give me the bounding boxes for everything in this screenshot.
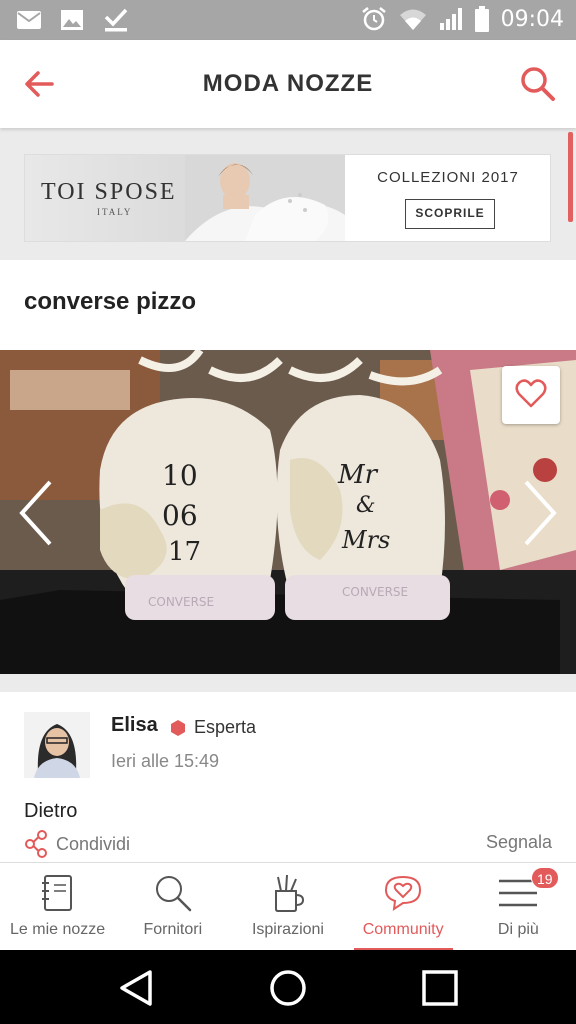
mrs-text: Mrs <box>341 526 390 554</box>
download-done-icon <box>104 8 128 32</box>
share-button[interactable]: Condividi <box>24 830 130 858</box>
tab-label: Le mie nozze <box>10 921 106 938</box>
system-recent-apps-icon[interactable] <box>422 970 458 1006</box>
search-icon[interactable] <box>518 64 558 104</box>
tab-label: Di più <box>497 921 539 938</box>
search-icon <box>155 876 192 912</box>
app-bar: MODA NOZZE <box>0 40 576 128</box>
signal-icon <box>439 8 462 30</box>
system-back-icon[interactable] <box>116 968 156 1008</box>
tab-label: Community <box>362 921 444 938</box>
chat-heart-icon <box>385 875 422 912</box>
brand-stamp-left: CONVERSE <box>148 595 214 609</box>
image-icon <box>61 10 83 30</box>
screen: 09:04 MODA NOZZE TOI SPOSE ITALY COLLEZI… <box>0 0 576 1024</box>
brand-name: TOI SPOSE <box>41 179 177 205</box>
brushes-cup-icon <box>274 874 304 912</box>
post-title: converse pizzo <box>24 288 197 315</box>
author-name[interactable]: Elisa <box>111 714 158 737</box>
tab-label: Ispirazioni <box>251 921 324 938</box>
tab-label: Fornitori <box>143 921 203 938</box>
banner-cta-area: COLLEZIONI 2017 SCOPRILE <box>345 155 550 241</box>
scoprile-button[interactable]: SCOPRILE <box>405 199 495 229</box>
bride-photo <box>185 155 345 241</box>
ad-banner-container: TOI SPOSE ITALY COLLEZIONI 2017 SCOPRILE <box>0 128 576 258</box>
previous-photo-icon[interactable] <box>14 478 58 548</box>
post-body: Dietro <box>24 800 78 822</box>
share-label: Condividi <box>56 833 131 854</box>
expert-badge-icon <box>171 720 185 736</box>
content-area[interactable]: TOI SPOSE ITALY COLLEZIONI 2017 SCOPRILE… <box>0 128 576 862</box>
date-month: 06 <box>162 499 198 532</box>
date-year: 17 <box>168 537 201 567</box>
author-section: Elisa Esperta Ieri alle 15:49 Dietro Con… <box>0 692 576 862</box>
next-photo-icon[interactable] <box>518 478 562 548</box>
share-icon <box>25 830 47 858</box>
ad-banner[interactable]: TOI SPOSE ITALY COLLEZIONI 2017 SCOPRILE <box>24 154 551 242</box>
battery-icon <box>474 6 489 32</box>
report-link[interactable]: Segnala <box>486 832 552 853</box>
bottom-navigation: Le mie nozze Fornitori Ispirazioni Commu… <box>0 862 576 951</box>
date-day: 10 <box>162 459 198 492</box>
heart-icon <box>515 379 547 408</box>
brand-sub: ITALY <box>97 207 133 217</box>
system-home-icon[interactable] <box>268 968 308 1008</box>
status-bar: 09:04 <box>0 0 576 40</box>
post-photo[interactable]: 10 06 17 Mr & Mrs CONVERSE CONVERSE <box>0 350 576 674</box>
tab-community[interactable]: Community <box>346 863 461 951</box>
wifi-icon <box>399 9 426 30</box>
expert-badge-label: Esperta <box>194 717 257 737</box>
collection-text: COLLEZIONI 2017 <box>377 169 519 186</box>
separator <box>0 674 576 692</box>
post-time: Ieri alle 15:49 <box>111 751 220 771</box>
alarm-icon <box>361 7 386 31</box>
tab-le-mie-nozze[interactable]: Le mie nozze <box>0 863 115 951</box>
sneakers-photo: 10 06 17 Mr & Mrs CONVERSE CONVERSE <box>0 350 576 674</box>
page-title: MODA NOZZE <box>202 70 374 97</box>
scrollbar[interactable] <box>568 132 573 222</box>
banner-image: TOI SPOSE ITALY <box>25 155 345 241</box>
favorite-button[interactable] <box>502 366 560 424</box>
notification-badge: 19 <box>530 867 559 889</box>
tab-ispirazioni[interactable]: Ispirazioni <box>230 863 345 951</box>
clock: 09:04 <box>500 6 564 32</box>
notebook-icon <box>41 875 72 911</box>
tab-fornitori[interactable]: Fornitori <box>115 863 230 951</box>
mail-icon <box>17 11 41 29</box>
system-navigation-bar <box>0 950 576 1024</box>
avatar[interactable] <box>24 712 90 778</box>
tab-di-piu[interactable]: 19 Di più <box>461 863 576 951</box>
amp-text: & <box>356 493 376 518</box>
post-card: converse pizzo 10 06 17 Mr & Mrs CONVERS… <box>0 260 576 862</box>
brand-stamp-right: CONVERSE <box>342 585 408 599</box>
mr-text: Mr <box>337 460 379 490</box>
